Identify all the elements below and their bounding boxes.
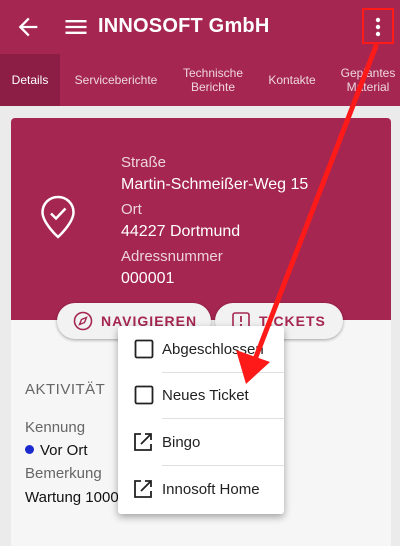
tab-geplantes-material[interactable]: Geplantes Material bbox=[330, 54, 400, 106]
tab-serviceberichte[interactable]: Serviceberichte bbox=[62, 54, 170, 106]
menu-item-neues-ticket[interactable]: Neues Ticket bbox=[118, 372, 284, 418]
menu-item-label: Abgeschlossen bbox=[162, 340, 264, 358]
overflow-menu: Abgeschlossen Neues Ticket Bingo Innosof… bbox=[118, 326, 284, 514]
app-bar: INNOSOFT GmbH bbox=[0, 0, 400, 54]
open-external-icon bbox=[134, 480, 152, 498]
annotation-highlight-box bbox=[362, 8, 394, 44]
menu-item-bingo[interactable]: Bingo bbox=[118, 419, 284, 465]
status-dot bbox=[25, 445, 34, 454]
note-label: Bemerkung bbox=[25, 465, 102, 482]
street-value: Martin-Schmeißer-Weg 15 bbox=[121, 176, 309, 193]
hamburger-menu-icon[interactable] bbox=[62, 13, 90, 41]
note-value: Wartung 1000 bbox=[25, 489, 119, 506]
open-external-icon bbox=[134, 433, 152, 451]
back-arrow-icon[interactable] bbox=[14, 13, 42, 41]
address-number-value: 000001 bbox=[121, 270, 175, 287]
activity-title: AKTIVITÄT bbox=[25, 381, 106, 398]
city-label: Ort bbox=[121, 201, 142, 218]
menu-item-label: Neues Ticket bbox=[162, 386, 249, 404]
menu-item-label: Bingo bbox=[162, 433, 201, 451]
address-number-label: Adressnummer bbox=[121, 248, 223, 265]
compass-icon bbox=[73, 311, 93, 331]
location-check-icon bbox=[41, 195, 75, 239]
id-value-text: Vor Ort bbox=[40, 442, 88, 459]
tab-details[interactable]: Details bbox=[0, 54, 60, 106]
id-value: Vor Ort bbox=[25, 442, 88, 459]
checkbox-icon[interactable] bbox=[134, 339, 154, 359]
menu-item-abgeschlossen[interactable]: Abgeschlossen bbox=[118, 326, 284, 372]
tab-bar: Details Serviceberichte Technische Beric… bbox=[0, 54, 400, 106]
checkbox-icon[interactable] bbox=[134, 385, 154, 405]
menu-item-label: Innosoft Home bbox=[162, 480, 260, 498]
city-value: 44227 Dortmund bbox=[121, 223, 241, 240]
address-header: Straße Martin-Schmeißer-Weg 15 Ort 44227… bbox=[11, 118, 391, 320]
id-label: Kennung bbox=[25, 419, 86, 436]
tab-kontakte[interactable]: Kontakte bbox=[256, 54, 328, 106]
street-label: Straße bbox=[121, 154, 167, 171]
menu-item-innosoft-home[interactable]: Innosoft Home bbox=[118, 466, 284, 512]
tab-technische-berichte[interactable]: Technische Berichte bbox=[172, 54, 254, 106]
page-title: INNOSOFT GmbH bbox=[98, 15, 270, 37]
